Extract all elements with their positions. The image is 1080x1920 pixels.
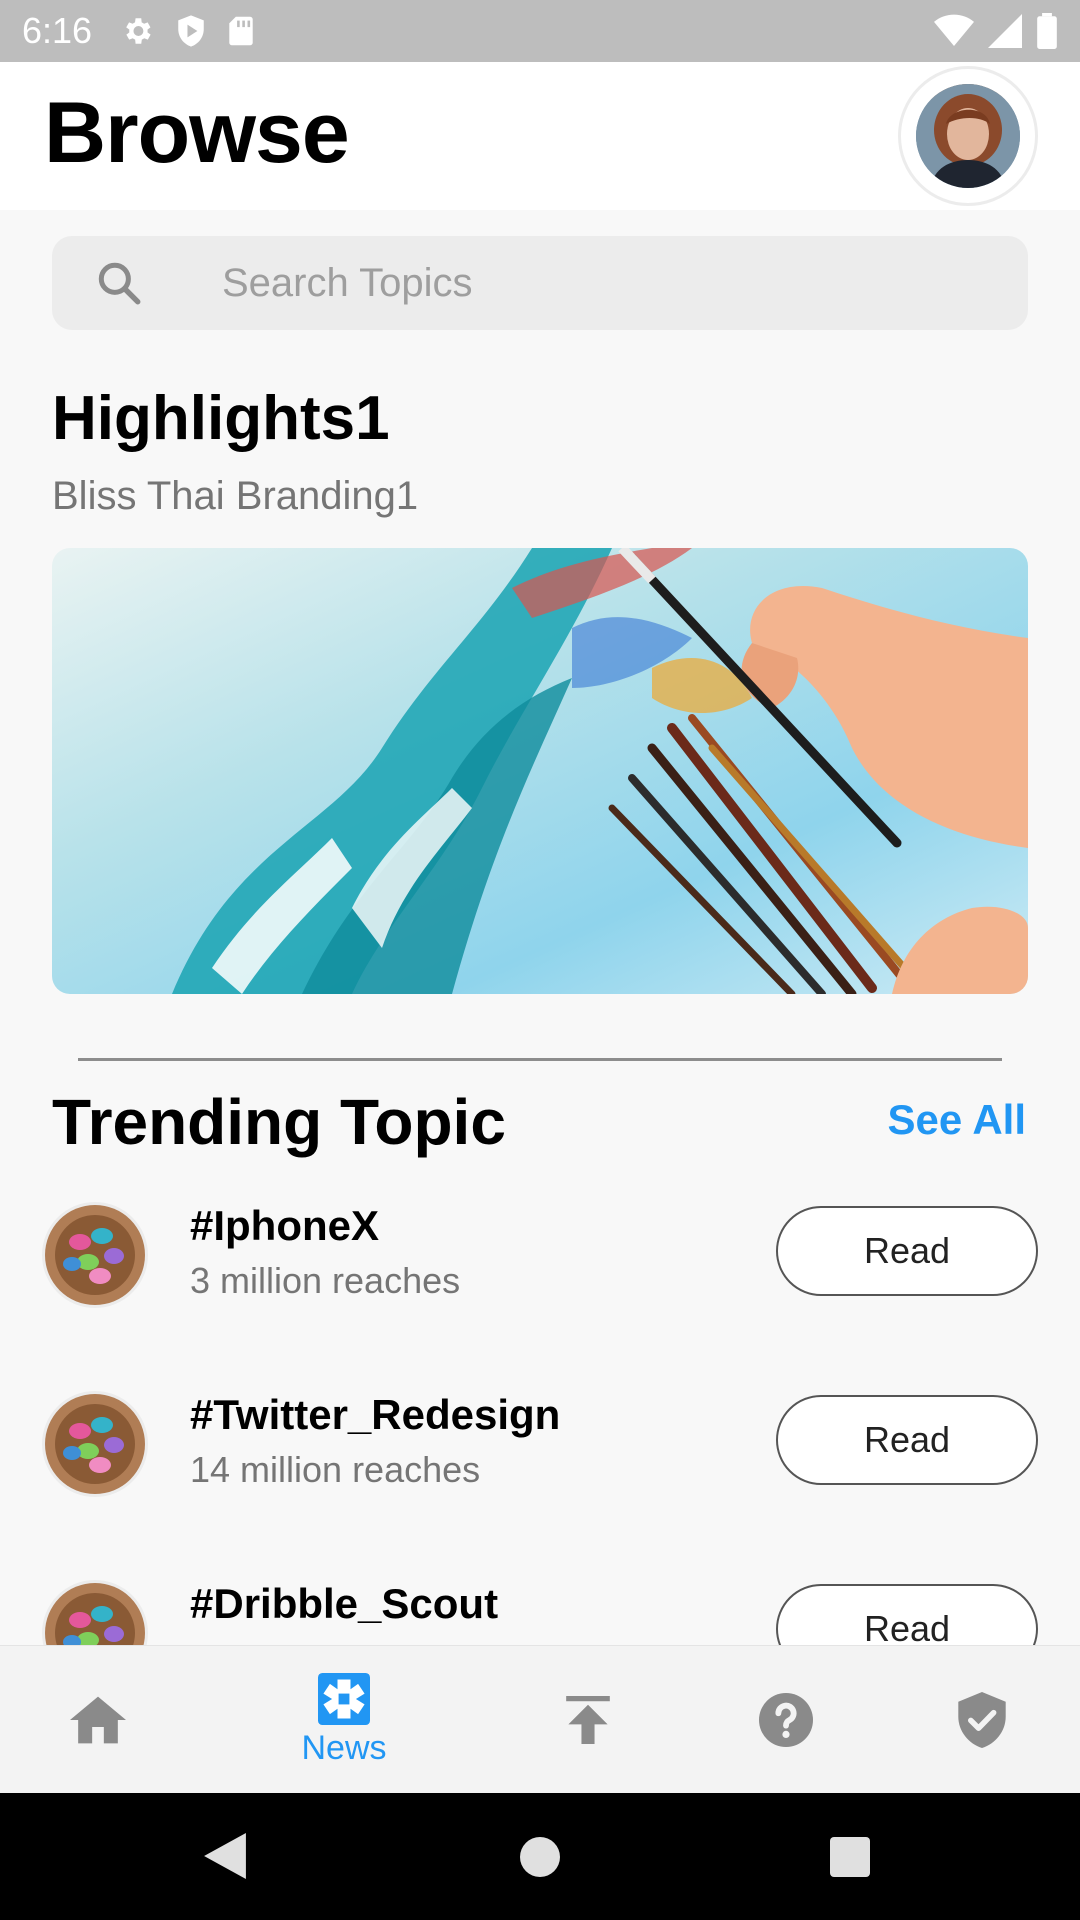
nav-home[interactable] (0, 1646, 196, 1794)
easter-eggs-image (45, 1394, 145, 1494)
help-icon (759, 1693, 813, 1747)
topic-reach: 14 million reaches (190, 1449, 481, 1490)
bottom-navigation: News (0, 1645, 1080, 1793)
scroll-content[interactable]: Browse High (0, 0, 1080, 1645)
nav-upload[interactable] (490, 1646, 686, 1794)
system-navigation-bar (0, 1793, 1080, 1920)
recents-icon[interactable] (830, 1837, 870, 1877)
search-bar[interactable] (52, 236, 1028, 330)
shield-check-icon (958, 1692, 1006, 1748)
profile-avatar-button[interactable] (898, 66, 1038, 206)
read-button[interactable]: Read (776, 1584, 1038, 1645)
nav-news-label: News (301, 1728, 387, 1767)
painting-image (52, 548, 1028, 994)
highlight-image[interactable] (52, 548, 1028, 994)
home-button-icon[interactable] (520, 1837, 560, 1877)
list-item[interactable]: #IphoneX 3 million reaches Read (0, 1202, 1080, 1322)
topic-name: #IphoneX (190, 1202, 380, 1249)
search-icon (98, 262, 141, 305)
topic-thumbnail (42, 1202, 148, 1308)
trending-title: Trending Topic (52, 1086, 506, 1158)
highlights-subtitle: Bliss Thai Branding1 (52, 474, 419, 518)
news-icon (318, 1672, 370, 1725)
avatar (916, 84, 1020, 188)
list-item[interactable]: #Twitter_Redesign 14 million reaches Rea… (0, 1391, 1080, 1511)
topic-reach: 3 million reaches (190, 1260, 461, 1301)
page-title: Browse (44, 85, 350, 181)
read-button[interactable]: Read (776, 1395, 1038, 1485)
see-all-link[interactable]: See All (887, 1096, 1026, 1144)
list-item[interactable]: #Dribble_Scout Read (0, 1580, 1080, 1645)
app-header: Browse (0, 62, 1080, 210)
nav-help[interactable] (688, 1646, 884, 1794)
highlights-title: Highlights1 (52, 384, 390, 453)
nav-security[interactable] (884, 1646, 1080, 1794)
topic-name: #Twitter_Redesign (190, 1391, 561, 1438)
upload-icon (566, 1696, 610, 1744)
search-input[interactable] (222, 236, 1002, 330)
home-icon (70, 1696, 126, 1744)
section-divider (78, 1058, 1002, 1061)
nav-news[interactable]: News (246, 1646, 442, 1794)
easter-eggs-image (45, 1583, 145, 1645)
read-button[interactable]: Read (776, 1206, 1038, 1296)
avatar-image (916, 84, 1020, 188)
browse-screen: 6:16 Browse Search Topics Highlights1 Bl… (0, 0, 1080, 1920)
topic-thumbnail (42, 1580, 148, 1645)
easter-eggs-image (45, 1205, 145, 1305)
topic-name: #Dribble_Scout (190, 1580, 499, 1627)
topic-thumbnail (42, 1391, 148, 1497)
back-icon[interactable] (204, 1833, 246, 1879)
